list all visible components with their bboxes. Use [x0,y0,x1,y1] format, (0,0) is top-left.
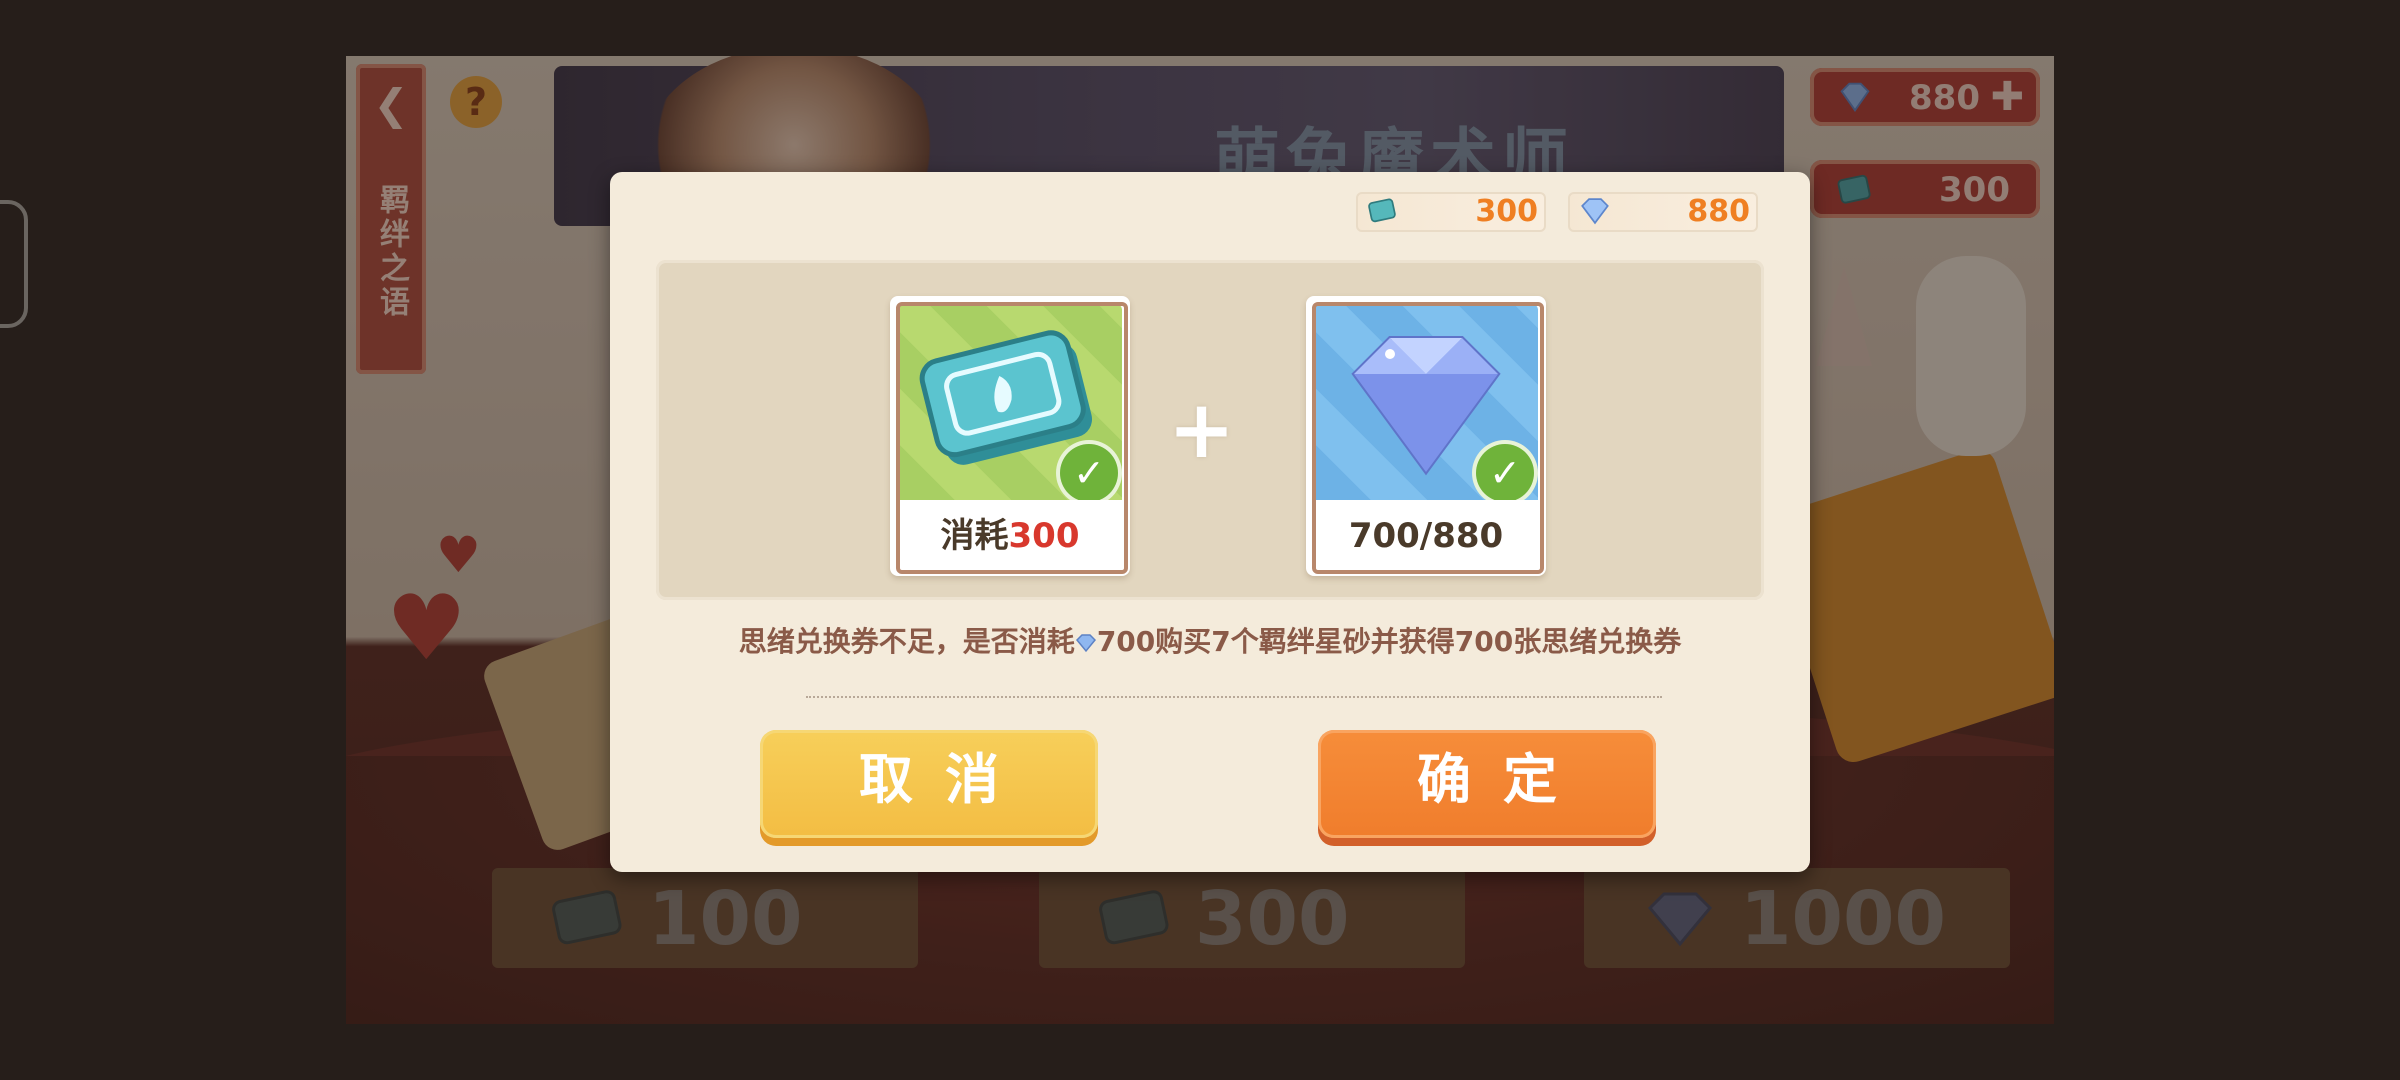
message-text-after: 700购买7个羁绊星砂并获得700张思绪兑换券 [1096,625,1682,658]
plus-icon: + [1168,383,1236,476]
divider [806,696,1662,698]
cost-prefix: 消耗 [940,516,1009,556]
cost-amount: 300 [1008,516,1080,556]
ticket-cost-card: ✓ 消耗300 [890,296,1130,576]
confirm-message: 思绪兑换券不足，是否消耗 700购买7个羁绊星砂并获得700张思绪兑换券 [610,620,1810,660]
gem-balance: 880 [1568,192,1758,232]
gem-balance-value: 880 [1687,194,1750,229]
ticket-icon [1368,198,1396,223]
message-text-before: 思绪兑换券不足，是否消耗 [738,625,1075,658]
ticket-balance-value: 300 [1475,194,1538,229]
confirm-label: 确定 [1417,748,1589,811]
ticket-cost-label: 消耗300 [900,506,1120,566]
gem-cost-label: 700/880 [1348,516,1504,556]
ticket-balance: 300 [1356,192,1546,232]
cancel-button[interactable]: 取消 [760,730,1098,838]
exchange-dialog: 300 880 ✓ 消耗300 + ✓ 700/880 思绪兑换券不足，是否消耗… [610,172,1810,872]
gem-icon [1581,198,1609,225]
cost-panel: ✓ 消耗300 + ✓ 700/880 [656,260,1764,600]
gem-icon [1075,634,1096,653]
confirm-button[interactable]: 确定 [1318,730,1656,838]
camera-notch [0,200,28,328]
cancel-label: 取消 [859,748,1031,811]
gem-cost-card: ✓ 700/880 [1306,296,1546,576]
